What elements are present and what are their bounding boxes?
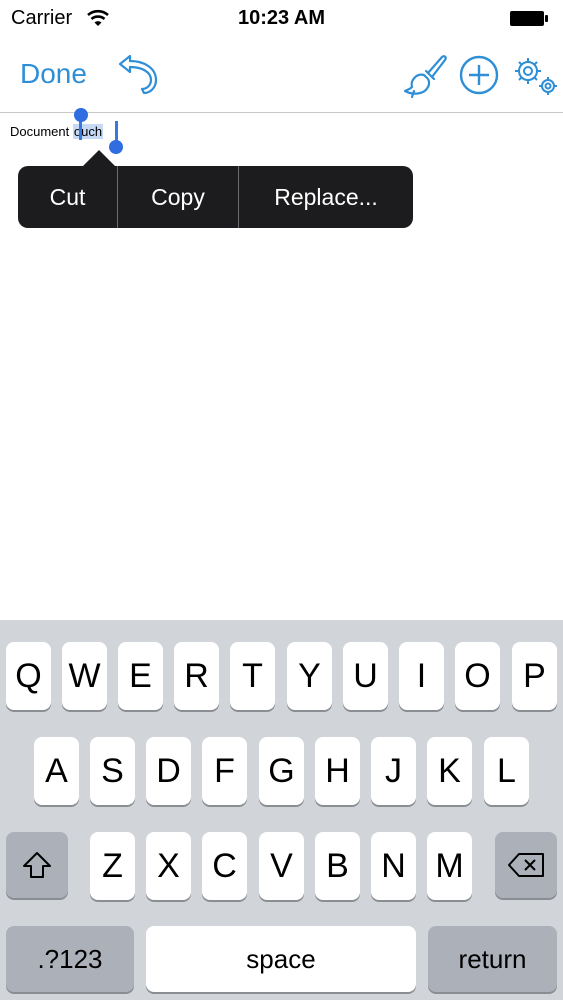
selection-start-handle[interactable] <box>74 108 88 122</box>
return-key[interactable]: return <box>428 926 557 992</box>
edit-menu: Cut Copy Replace... <box>18 166 413 228</box>
key-a[interactable]: A <box>34 737 79 805</box>
document-text[interactable]: Document ouch <box>10 124 104 139</box>
keyboard: Q W E R T Y U I O P A S D F G H J K L Z … <box>0 620 563 1000</box>
toolbar: Done <box>0 38 563 113</box>
key-p[interactable]: P <box>512 642 557 710</box>
settings-gears-icon[interactable] <box>512 56 560 96</box>
done-button[interactable]: Done <box>20 58 87 90</box>
key-n[interactable]: N <box>371 832 416 900</box>
key-r[interactable]: R <box>174 642 219 710</box>
key-x[interactable]: X <box>146 832 191 900</box>
key-s[interactable]: S <box>90 737 135 805</box>
add-circle-icon[interactable] <box>458 54 500 96</box>
backspace-icon <box>508 853 544 877</box>
shift-key[interactable] <box>6 832 68 898</box>
key-h[interactable]: H <box>315 737 360 805</box>
battery-icon <box>510 11 548 26</box>
key-c[interactable]: C <box>202 832 247 900</box>
key-z[interactable]: Z <box>90 832 135 900</box>
key-w[interactable]: W <box>62 642 107 710</box>
key-g[interactable]: G <box>259 737 304 805</box>
cut-button[interactable]: Cut <box>18 166 117 228</box>
key-b[interactable]: B <box>315 832 360 900</box>
key-u[interactable]: U <box>343 642 388 710</box>
backspace-key[interactable] <box>495 832 557 898</box>
key-m[interactable]: M <box>427 832 472 900</box>
numbers-key[interactable]: .?123 <box>6 926 134 992</box>
key-o[interactable]: O <box>455 642 500 710</box>
key-v[interactable]: V <box>259 832 304 900</box>
key-i[interactable]: I <box>399 642 444 710</box>
shift-arrow-icon <box>23 852 51 878</box>
key-l[interactable]: L <box>484 737 529 805</box>
key-e[interactable]: E <box>118 642 163 710</box>
time-label: 10:23 AM <box>237 7 326 29</box>
undo-icon[interactable] <box>114 52 164 96</box>
key-q[interactable]: Q <box>6 642 51 710</box>
key-k[interactable]: K <box>427 737 472 805</box>
document-word: Document <box>10 124 70 139</box>
copy-button[interactable]: Copy <box>118 166 238 228</box>
selected-text[interactable]: ouch <box>72 124 104 139</box>
selection-start-handle-bar <box>79 119 82 140</box>
key-f[interactable]: F <box>202 737 247 805</box>
replace-button[interactable]: Replace... <box>239 166 413 228</box>
space-key[interactable]: space <box>146 926 416 992</box>
key-d[interactable]: D <box>146 737 191 805</box>
status-bar: Carrier 10:23 AM <box>0 0 563 38</box>
key-y[interactable]: Y <box>287 642 332 710</box>
edit-menu-arrow <box>83 150 115 166</box>
paint-brush-icon[interactable] <box>402 51 450 99</box>
key-t[interactable]: T <box>230 642 275 710</box>
key-j[interactable]: J <box>371 737 416 805</box>
